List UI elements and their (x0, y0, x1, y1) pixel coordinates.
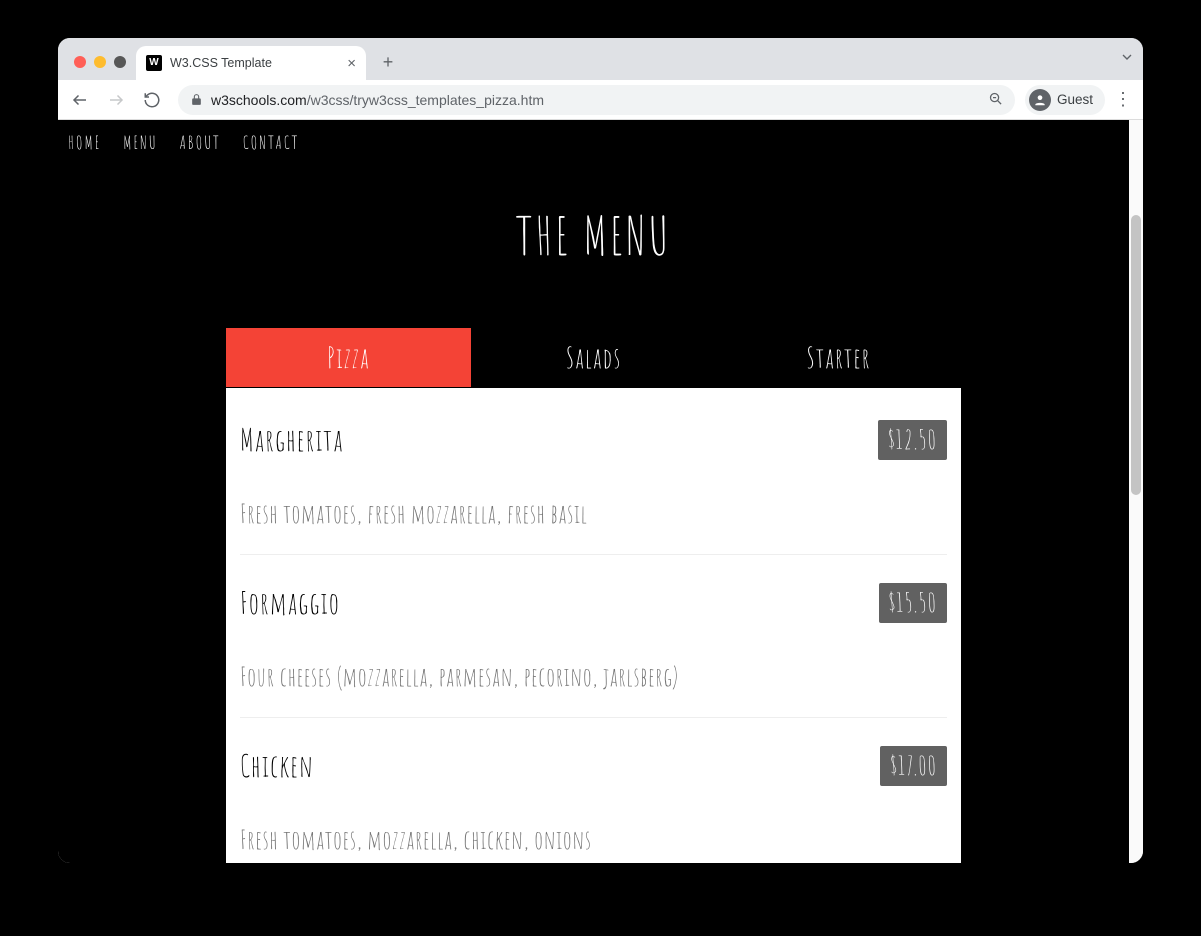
item-price: $12.50 (878, 420, 947, 460)
item-name: Margherita (240, 422, 344, 459)
window-zoom-button[interactable] (114, 56, 126, 68)
tab-favicon: W (146, 55, 162, 71)
site-nav: HOME MENU ABOUT CONTACT (58, 120, 1129, 168)
menu-item: Margherita $12.50 Fresh tomatoes, fresh … (240, 392, 947, 555)
nav-menu[interactable]: MENU (123, 132, 157, 154)
tab-close-button[interactable]: × (347, 55, 356, 72)
tab-starter[interactable]: Starter (716, 328, 961, 388)
scrollbar-track[interactable] (1129, 120, 1143, 863)
tab-salads[interactable]: Salads (471, 328, 716, 388)
nav-home[interactable]: HOME (68, 132, 101, 154)
browser-toolbar: w3schools.com/w3css/tryw3css_templates_p… (58, 80, 1143, 120)
back-button[interactable] (64, 84, 96, 116)
page-viewport: HOME MENU ABOUT CONTACT THE MENU Pizza S… (58, 120, 1129, 863)
window-dropdown[interactable] (1119, 38, 1135, 80)
chevron-down-icon (1119, 49, 1135, 69)
window-minimize-button[interactable] (94, 56, 106, 68)
url-host: w3schools.com (211, 92, 307, 108)
item-desc: Four cheeses (mozzarella, parmesan, peco… (240, 661, 947, 693)
page-content: HOME MENU ABOUT CONTACT THE MENU Pizza S… (58, 120, 1129, 863)
url-text: w3schools.com/w3css/tryw3css_templates_p… (211, 92, 544, 108)
page-title: THE MENU (58, 202, 1129, 268)
reload-button[interactable] (136, 84, 168, 116)
zoom-icon[interactable] (988, 91, 1003, 109)
menu-item: Chicken $17.00 Fresh tomatoes, mozzarell… (240, 718, 947, 863)
item-price: $15.50 (879, 583, 947, 623)
forward-button[interactable] (100, 84, 132, 116)
item-name: Chicken (240, 748, 314, 785)
viewport-wrap: HOME MENU ABOUT CONTACT THE MENU Pizza S… (58, 120, 1143, 863)
nav-about[interactable]: ABOUT (180, 132, 221, 154)
profile-chip[interactable]: Guest (1025, 85, 1105, 115)
browser-window: W W3.CSS Template × + w3schools.com/w3cs… (58, 38, 1143, 863)
item-desc: Fresh tomatoes, fresh mozzarella, fresh … (240, 498, 947, 530)
profile-label: Guest (1057, 92, 1093, 107)
item-name: Formaggio (240, 585, 340, 622)
lock-icon (190, 93, 203, 106)
window-close-button[interactable] (74, 56, 86, 68)
new-tab-button[interactable]: + (374, 48, 402, 76)
item-desc: Fresh tomatoes, mozzarella, chicken, oni… (240, 824, 947, 856)
menu-item: Formaggio $15.50 Four cheeses (mozzarell… (240, 555, 947, 718)
scrollbar-thumb[interactable] (1131, 215, 1141, 495)
window-traffic-lights (74, 56, 126, 68)
browser-tab[interactable]: W W3.CSS Template × (136, 46, 366, 80)
tab-strip: W W3.CSS Template × + (58, 38, 1143, 80)
url-path: /w3css/tryw3css_templates_pizza.htm (307, 92, 544, 108)
menu-panel: Margherita $12.50 Fresh tomatoes, fresh … (226, 388, 961, 863)
menu-tabs: Pizza Salads Starter (226, 328, 961, 388)
browser-menu-button[interactable]: ⋮ (1109, 89, 1137, 110)
tab-pizza[interactable]: Pizza (226, 328, 471, 388)
tab-title: W3.CSS Template (170, 56, 272, 70)
menu-container: Pizza Salads Starter Margherita $12.50 F… (226, 328, 961, 863)
item-price: $17.00 (880, 746, 947, 786)
address-bar[interactable]: w3schools.com/w3css/tryw3css_templates_p… (178, 85, 1015, 115)
nav-contact[interactable]: CONTACT (243, 132, 300, 154)
avatar-icon (1029, 89, 1051, 111)
